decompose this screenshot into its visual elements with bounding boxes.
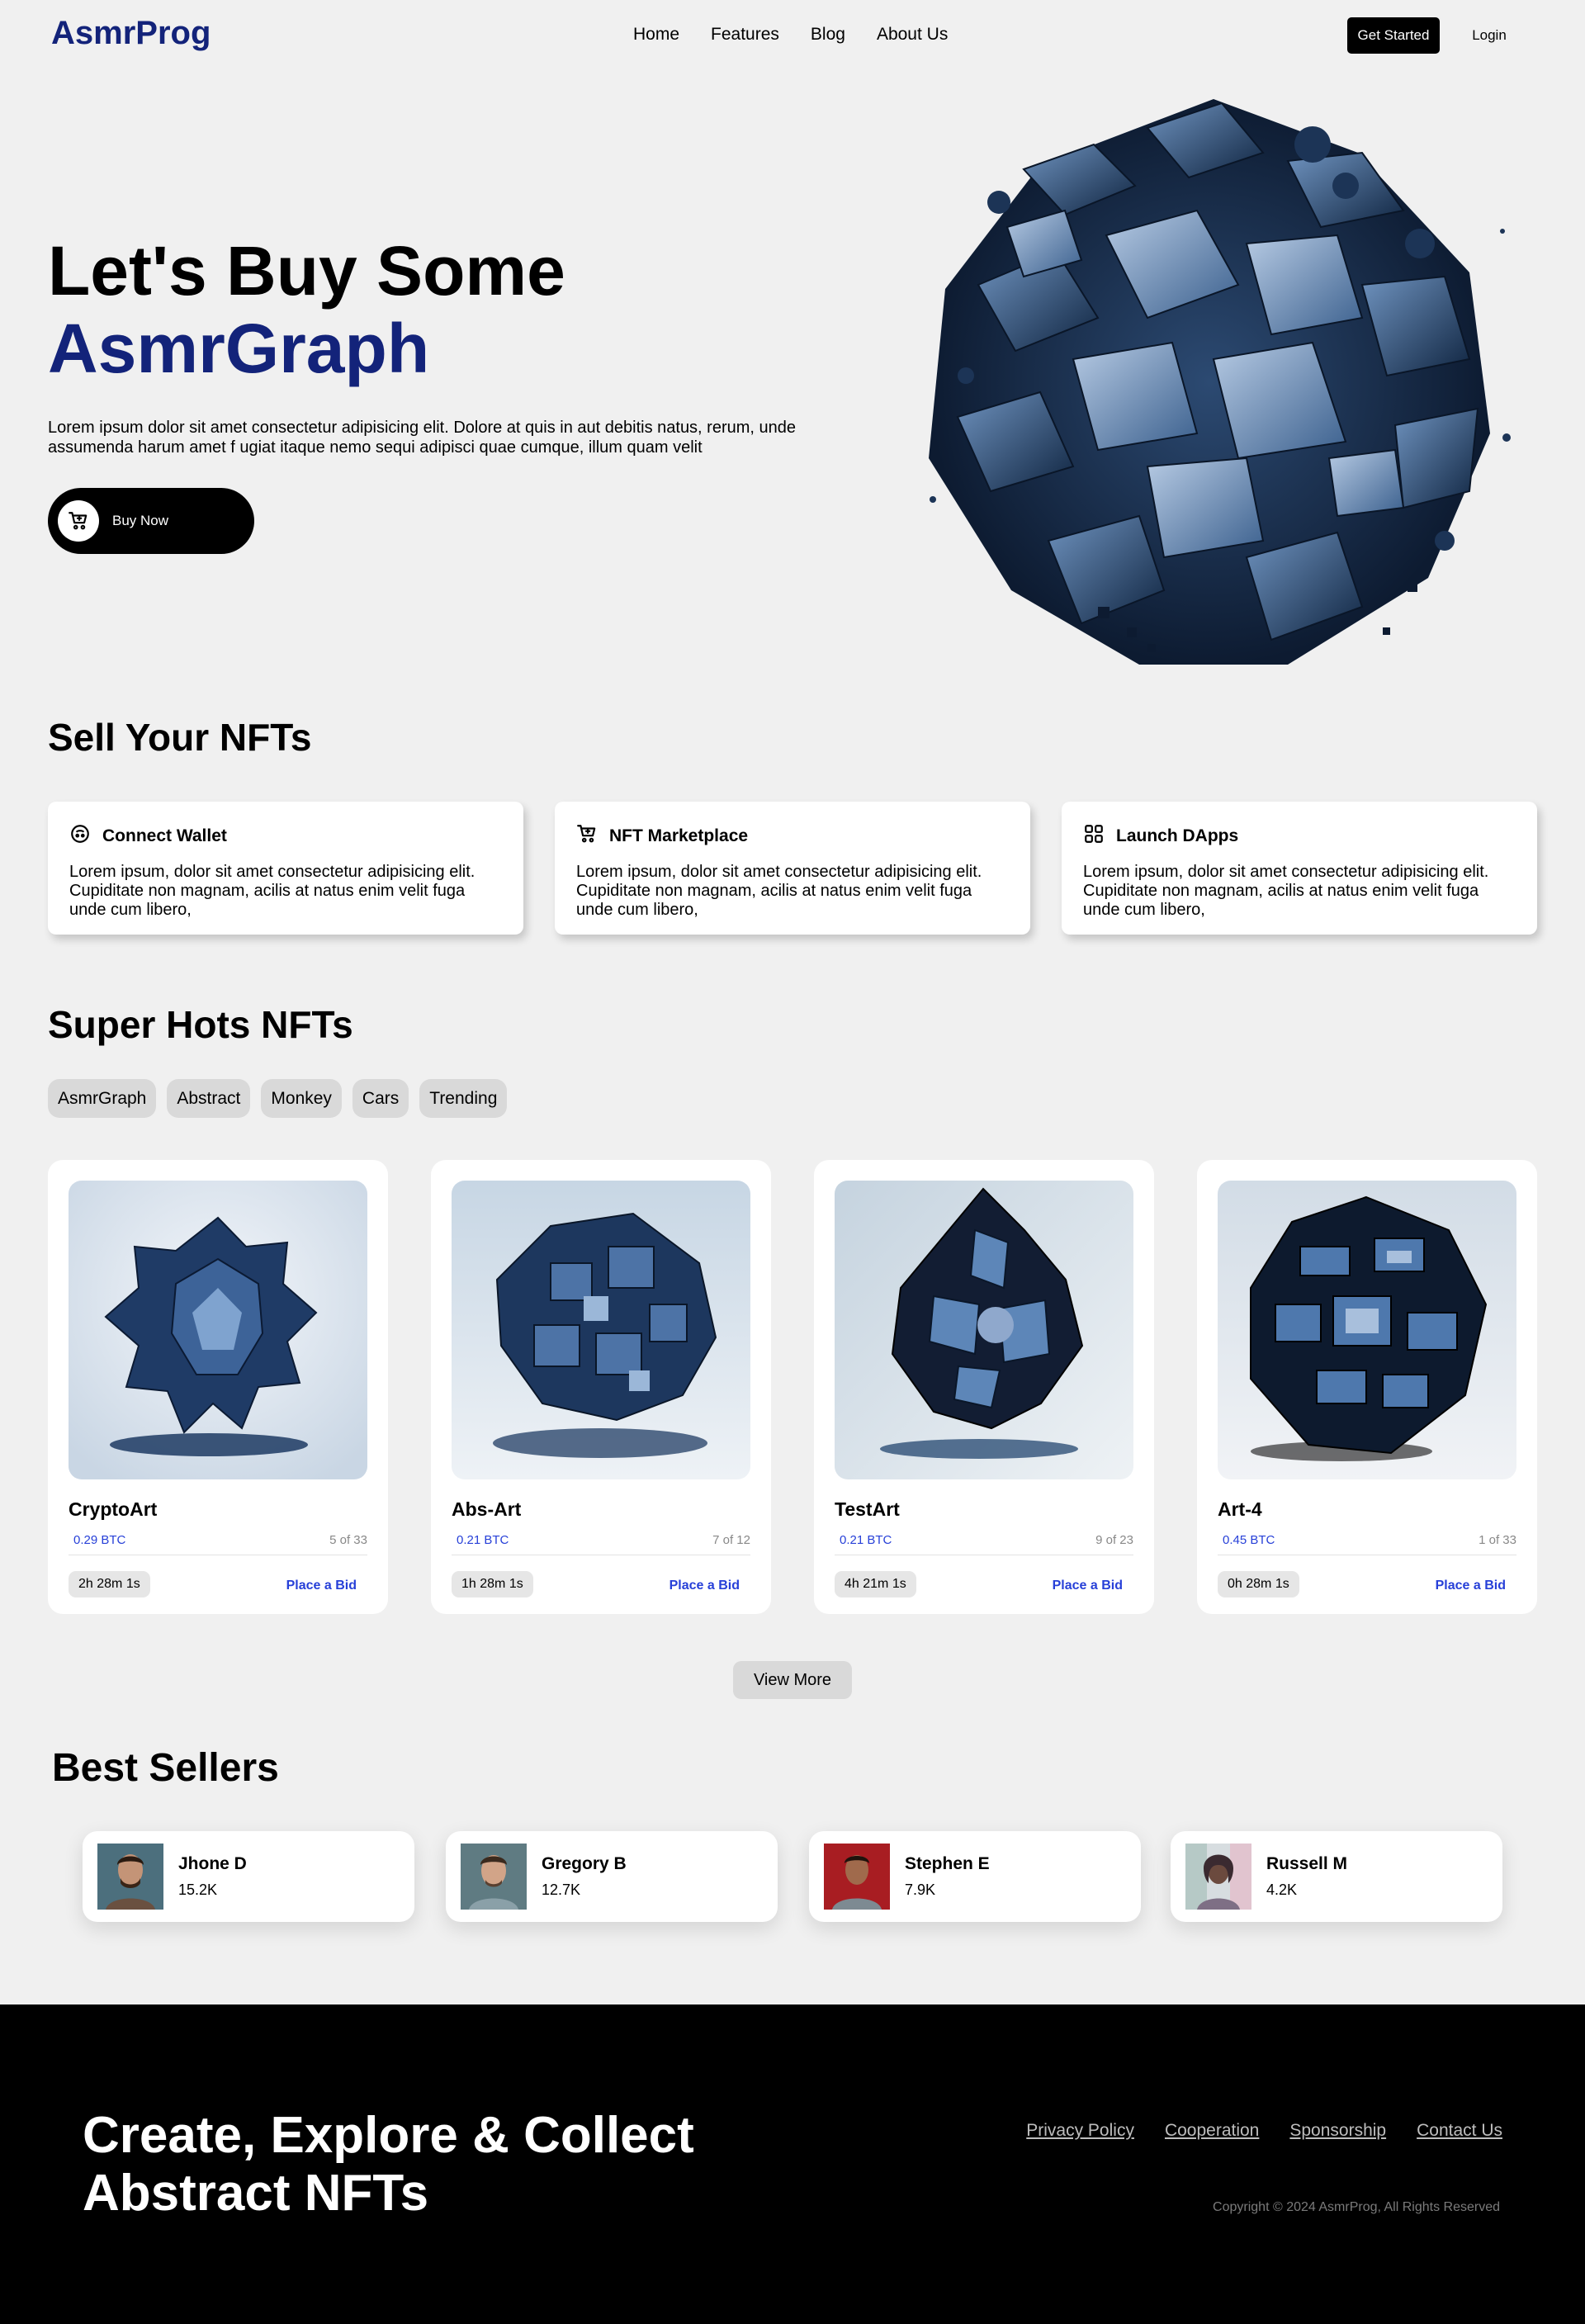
copyright: Copyright © 2024 AsmrProg, All Rights Re…	[1213, 2200, 1500, 2214]
sell-card-text: Lorem ipsum, dolor sit amet consectetur …	[1083, 863, 1489, 919]
hero-description: Lorem ipsum dolor sit amet consectetur a…	[48, 419, 797, 457]
sell-card-text: Lorem ipsum, dolor sit amet consectetur …	[576, 863, 982, 919]
hero-title-line1: Let's Buy Some	[48, 232, 565, 310]
nft-countdown: 0h 28m 1s	[1218, 1571, 1299, 1597]
nft-card-abs-art[interactable]: Abs-Art 0.21 BTC 7 of 12 1h 28m 1s Place…	[431, 1160, 771, 1614]
logo[interactable]: AsmrProg	[51, 15, 211, 52]
nft-edition: 5 of 33	[329, 1533, 367, 1547]
sell-section-title: Sell Your NFTs	[48, 716, 312, 759]
footer-link-sponsorship[interactable]: Sponsorship	[1289, 2121, 1386, 2141]
buy-now-button[interactable]: Buy Now	[48, 488, 254, 554]
filter-monkey[interactable]: Monkey	[261, 1079, 342, 1118]
nft-image	[452, 1181, 750, 1479]
sell-card-launch-dapps[interactable]: Launch DApps Lorem ipsum, dolor sit amet…	[1062, 802, 1537, 935]
hero-title-line2: AsmrGraph	[48, 310, 430, 387]
sell-card-nft-marketplace[interactable]: NFT Marketplace Lorem ipsum, dolor sit a…	[555, 802, 1030, 935]
nft-image	[1218, 1181, 1516, 1479]
nav-about[interactable]: About Us	[877, 25, 948, 45]
nft-image	[835, 1181, 1133, 1479]
place-bid-link[interactable]: Place a Bid	[1436, 1579, 1506, 1593]
footer-link-privacy[interactable]: Privacy Policy	[1026, 2121, 1134, 2141]
place-bid-link[interactable]: Place a Bid	[669, 1579, 740, 1593]
seller-count: 4.2K	[1266, 1881, 1298, 1898]
sell-card-connect-wallet[interactable]: Connect Wallet Lorem ipsum, dolor sit am…	[48, 802, 523, 935]
footer-link-cooperation[interactable]: Cooperation	[1165, 2121, 1259, 2141]
sell-card-text: Lorem ipsum, dolor sit amet consectetur …	[69, 863, 476, 919]
seller-card[interactable]: Stephen E 7.9K	[809, 1831, 1141, 1922]
seller-name: Jhone D	[178, 1854, 247, 1873]
nav-links: Home Features Blog About Us	[633, 25, 948, 45]
place-bid-link[interactable]: Place a Bid	[286, 1579, 357, 1593]
avatar	[461, 1844, 527, 1910]
sell-card-title: Launch DApps	[1116, 826, 1239, 845]
filter-abstract[interactable]: Abstract	[167, 1079, 251, 1118]
seller-name: Gregory B	[542, 1854, 627, 1873]
nft-edition: 9 of 23	[1095, 1533, 1133, 1547]
cart-icon	[58, 500, 99, 542]
seller-name: Russell M	[1266, 1854, 1348, 1873]
nft-card-cryptoart[interactable]: CryptoArt 0.29 BTC 5 of 33 2h 28m 1s Pla…	[48, 1160, 388, 1614]
nft-name: CryptoArt	[69, 1498, 158, 1520]
nft-countdown: 4h 21m 1s	[835, 1571, 916, 1597]
hots-section-title: Super Hots NFTs	[48, 1003, 353, 1046]
nft-countdown: 2h 28m 1s	[69, 1571, 150, 1597]
nft-card-testart[interactable]: TestArt 0.21 BTC 9 of 23 4h 21m 1s Place…	[814, 1160, 1154, 1614]
nft-countdown: 1h 28m 1s	[452, 1571, 533, 1597]
seller-card[interactable]: Russell M 4.2K	[1171, 1831, 1502, 1922]
nft-name: TestArt	[835, 1498, 900, 1520]
nft-card-art-4[interactable]: Art-4 0.45 BTC 1 of 33 0h 28m 1s Place a…	[1197, 1160, 1537, 1614]
seller-card[interactable]: Jhone D 15.2K	[83, 1831, 414, 1922]
login-button[interactable]: Login	[1456, 17, 1522, 54]
nav-features[interactable]: Features	[711, 25, 779, 45]
seller-name: Stephen E	[905, 1854, 990, 1873]
seller-count: 15.2K	[178, 1881, 218, 1898]
avatar	[1185, 1844, 1251, 1910]
avatar	[97, 1844, 163, 1910]
filter-chips: AsmrGraph Abstract Monkey Cars Trending	[48, 1079, 508, 1118]
sell-card-title: Connect Wallet	[102, 826, 227, 845]
get-started-button[interactable]: Get Started	[1347, 17, 1440, 54]
seller-card[interactable]: Gregory B 12.7K	[446, 1831, 778, 1922]
grid-icon	[1083, 823, 1105, 850]
footer-link-contact[interactable]: Contact Us	[1417, 2121, 1502, 2141]
nft-image	[69, 1181, 367, 1479]
seller-count: 12.7K	[542, 1881, 581, 1898]
nft-price: 0.45 BTC	[1223, 1533, 1275, 1547]
top-nav: AsmrProg Home Features Blog About Us Get…	[0, 0, 1585, 71]
filter-asmrgraph[interactable]: AsmrGraph	[48, 1079, 157, 1118]
footer-title: Create, Explore & Collect Abstract NFTs	[83, 2107, 694, 2222]
nft-name: Abs-Art	[452, 1498, 522, 1520]
seller-count: 7.9K	[905, 1881, 936, 1898]
hero-abstract-artwork	[929, 99, 1511, 665]
filter-cars[interactable]: Cars	[352, 1079, 409, 1118]
nft-edition: 7 of 12	[712, 1533, 750, 1547]
cart-icon	[576, 823, 598, 850]
filter-trending[interactable]: Trending	[419, 1079, 508, 1118]
wallet-icon	[69, 823, 91, 850]
footer-links: Privacy Policy Cooperation Sponsorship C…	[1026, 2121, 1502, 2141]
nav-blog[interactable]: Blog	[811, 25, 845, 45]
sellers-section-title: Best Sellers	[52, 1746, 279, 1790]
nft-price: 0.21 BTC	[840, 1533, 892, 1547]
sell-card-title: NFT Marketplace	[609, 826, 749, 845]
nft-name: Art-4	[1218, 1498, 1262, 1520]
nft-price: 0.21 BTC	[457, 1533, 509, 1547]
footer: Create, Explore & Collect Abstract NFTs …	[0, 2005, 1585, 2324]
view-more-button[interactable]: View More	[733, 1661, 852, 1699]
nav-home[interactable]: Home	[633, 25, 679, 45]
nft-price: 0.29 BTC	[73, 1533, 126, 1547]
buy-now-label: Buy Now	[112, 513, 169, 528]
avatar	[824, 1844, 890, 1910]
nft-edition: 1 of 33	[1479, 1533, 1516, 1547]
place-bid-link[interactable]: Place a Bid	[1053, 1579, 1123, 1593]
